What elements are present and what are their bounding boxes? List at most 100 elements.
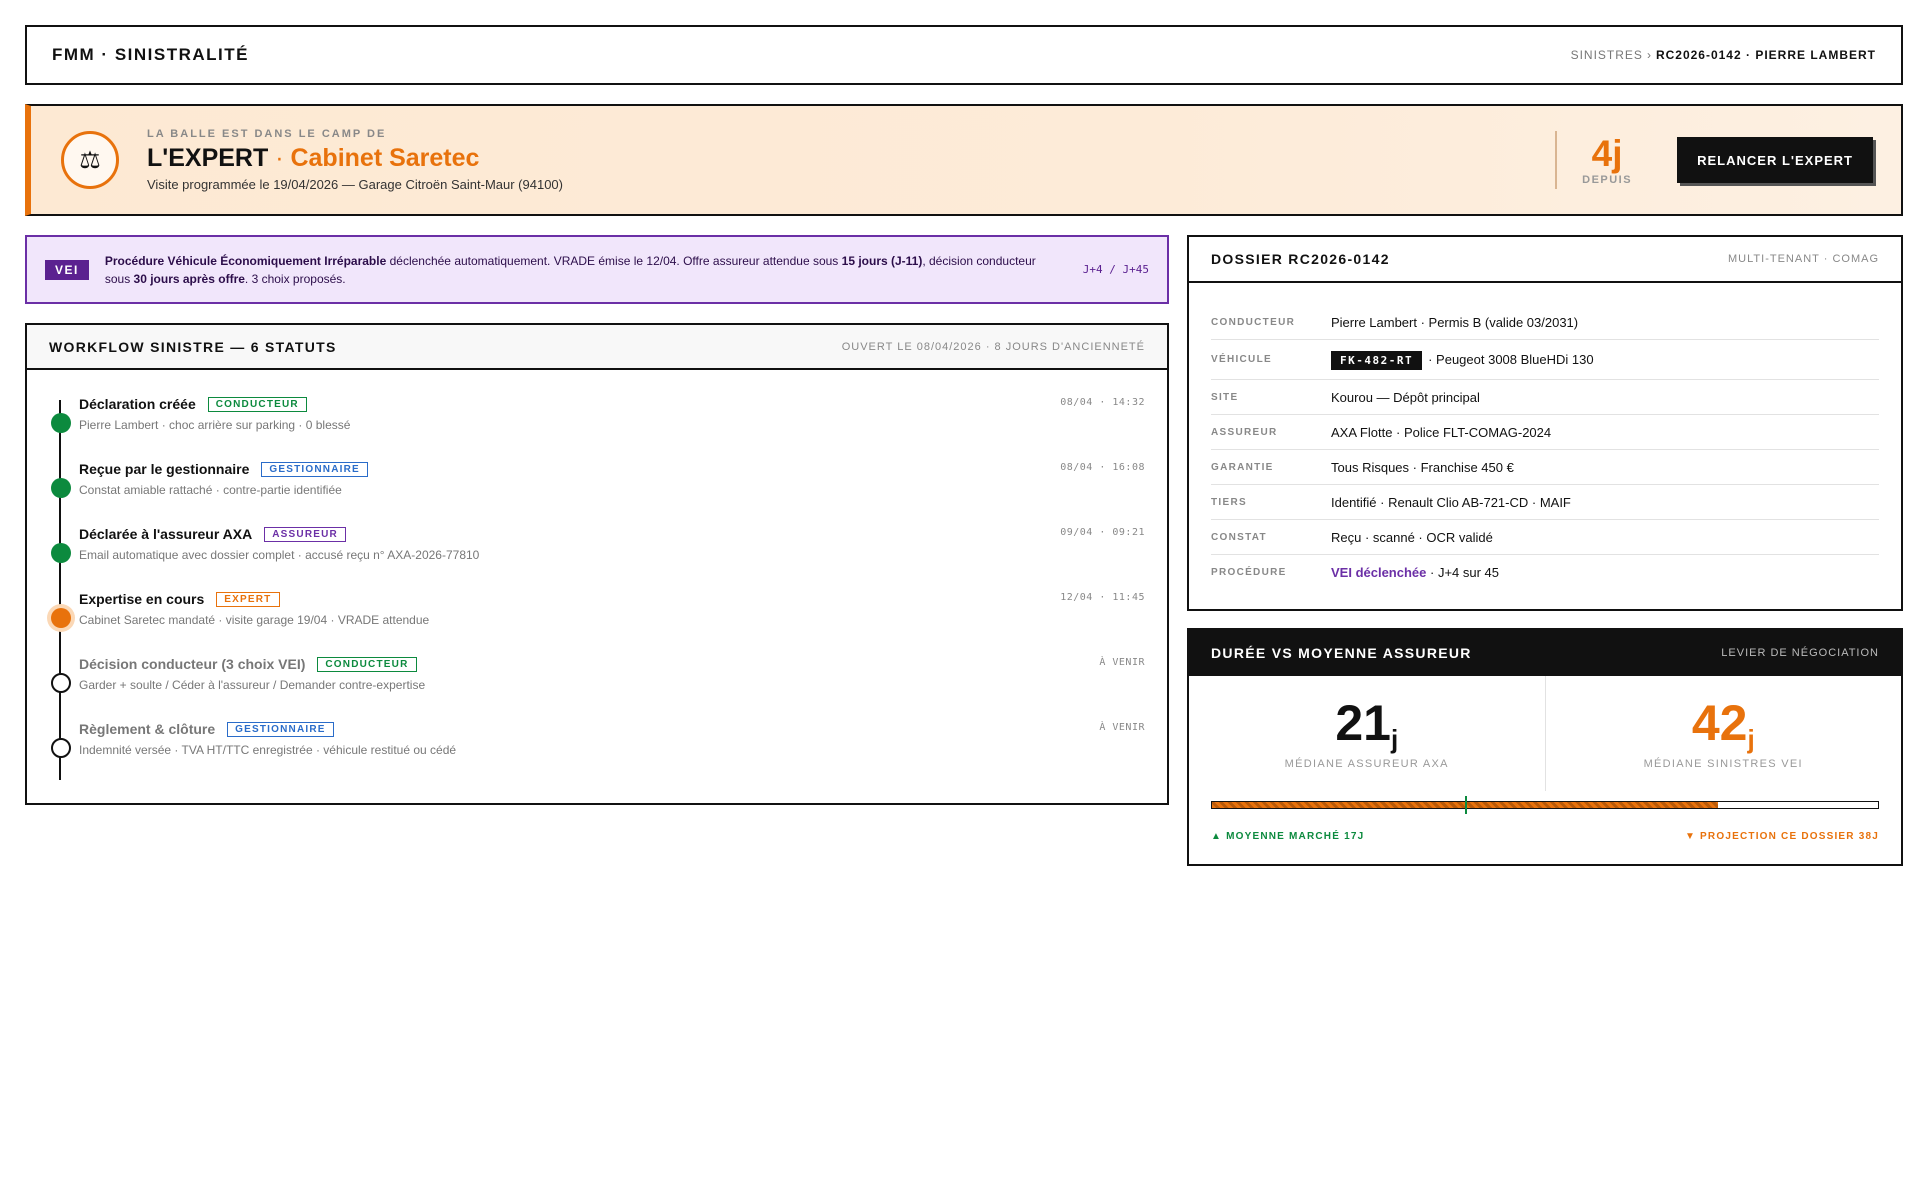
step-done-dot xyxy=(51,543,71,563)
vei-procedure-link[interactable]: VEI déclenchée xyxy=(1331,565,1426,580)
step-time: 09/04 · 09:21 xyxy=(1060,527,1145,538)
workflow-step[interactable]: Déclarée à l'assureur AXA ASSUREUR Email … xyxy=(49,526,1145,591)
row-key: TIERS xyxy=(1211,496,1247,508)
days-value: 4j xyxy=(1591,132,1623,174)
days-since-counter: 4j DEPUIS xyxy=(1555,131,1657,189)
step-done-dot xyxy=(51,478,71,498)
role-tag: GESTIONNAIRE xyxy=(227,721,334,737)
workflow-header: WORKFLOW SINISTRE — 6 STATUTS OUVERT LE … xyxy=(27,325,1167,370)
row-key: CONDUCTEUR xyxy=(1211,316,1296,328)
role-tag: ASSUREUR xyxy=(264,526,346,542)
step-time: 08/04 · 16:08 xyxy=(1060,462,1145,473)
step-title: Décision conducteur (3 choix VEI) xyxy=(79,656,306,672)
dossier-row-site: SITE Kourou — Dépôt principal xyxy=(1211,380,1879,415)
workflow-step-current[interactable]: Expertise en cours EXPERT Cabinet Saretec… xyxy=(49,591,1145,656)
workflow-step-pending[interactable]: Règlement & clôture GESTIONNAIRE Indemnit… xyxy=(49,721,1145,786)
stat-assureur: 21j MÉDIANE ASSUREUR AXA xyxy=(1189,676,1545,791)
step-title-row: Décision conducteur (3 choix VEI) CONDUCT… xyxy=(79,656,1145,672)
banner-text: LA BALLE EST DANS LE CAMP DE L'EXPERT · … xyxy=(147,128,1555,192)
step-current-dot xyxy=(51,608,71,628)
step-time: À VENIR xyxy=(1099,657,1145,668)
duration-legend: ▲ MOYENNE MARCHÉ 17J ▼ PROJECTION CE DOS… xyxy=(1189,831,1901,842)
role-tag: CONDUCTEUR xyxy=(207,396,307,412)
ball-in-court-banner: ⚖ LA BALLE EST DANS LE CAMP DE L'EXPERT … xyxy=(25,104,1903,216)
row-value: FK-482-RT · Peugeot 3008 BlueHDi 130 xyxy=(1331,351,1594,370)
vei-text-3: 15 jours (J-11) xyxy=(841,253,923,268)
step-todo-dot xyxy=(51,738,71,758)
duration-panel: DURÉE VS MOYENNE ASSUREUR LEVIER DE NÉGO… xyxy=(1187,628,1903,866)
role-tag: CONDUCTEUR xyxy=(317,656,417,672)
market-average-marker xyxy=(1465,796,1468,814)
dossier-panel: DOSSIER RC2026-0142 MULTI-TENANT · COMAG… xyxy=(1187,235,1903,611)
step-done-dot xyxy=(51,413,71,433)
dossier-row-constat: CONSTAT Reçu · scanné · OCR validé xyxy=(1211,520,1879,555)
stat-value: 21j xyxy=(1335,698,1398,752)
workflow-step[interactable]: Reçue par le gestionnaire GESTIONNAIRE Co… xyxy=(49,461,1145,526)
procedure-progress: · J+4 sur 45 xyxy=(1426,565,1500,580)
breadcrumb-current: RC2026-0142 · PIERRE LAMBERT xyxy=(1655,48,1876,62)
row-value: Pierre Lambert · Permis B (valide 03/203… xyxy=(1331,314,1579,330)
app-brand: FMM · SINISTRALITÉ xyxy=(52,45,249,64)
step-description: Indemnité versée · TVA HT/TTC enregistré… xyxy=(79,743,457,757)
dossier-title: DOSSIER RC2026-0142 xyxy=(1211,251,1390,267)
row-value: Reçu · scanné · OCR validé xyxy=(1331,529,1493,545)
step-description: Pierre Lambert · choc arrière sur parkin… xyxy=(79,418,351,432)
stat-vei: 42j MÉDIANE SINISTRES VEI xyxy=(1544,676,1902,791)
role-tag: EXPERT xyxy=(216,591,280,607)
duration-header: DURÉE VS MOYENNE ASSUREUR LEVIER DE NÉGO… xyxy=(1189,630,1901,676)
banner-role: L'EXPERT xyxy=(147,144,269,172)
vei-notice-text: Procédure Véhicule Économiquement Irrépa… xyxy=(105,252,1063,288)
workflow-step-pending[interactable]: Décision conducteur (3 choix VEI) CONDUCT… xyxy=(49,656,1145,721)
vei-badge: VEI xyxy=(45,259,89,280)
step-title-row: Expertise en cours EXPERT xyxy=(79,591,1145,607)
workflow-title: WORKFLOW SINISTRE — 6 STATUTS xyxy=(49,338,337,355)
step-time: À VENIR xyxy=(1099,722,1145,733)
dossier-row-vehicule: VÉHICULE FK-482-RT · Peugeot 3008 BlueHDi… xyxy=(1211,340,1879,380)
stat-label: MÉDIANE ASSUREUR AXA xyxy=(1284,757,1449,770)
stat-value: 42j xyxy=(1691,694,1755,752)
workflow-meta: OUVERT LE 08/04/2026 · 8 JOURS D'ANCIENN… xyxy=(841,340,1145,353)
vei-text-2: déclenchée automatiquement. VRADE émise … xyxy=(386,253,842,268)
row-key: GARANTIE xyxy=(1211,461,1274,473)
step-title-row: Déclaration créée CONDUCTEUR xyxy=(79,396,1145,412)
duration-title: DURÉE VS MOYENNE ASSUREUR xyxy=(1211,645,1472,661)
row-value: AXA Flotte · Police FLT-COMAG-2024 xyxy=(1331,424,1552,440)
duration-stats: 21j MÉDIANE ASSUREUR AXA 42j MÉDIANE SIN… xyxy=(1189,676,1901,791)
step-title-row: Reçue par le gestionnaire GESTIONNAIRE xyxy=(79,461,1145,477)
top-header: FMM · SINISTRALITÉ SINISTRES › RC2026-0142… xyxy=(25,25,1903,85)
relancer-expert-button[interactable]: RELANCER L'EXPERT xyxy=(1677,137,1873,183)
banner-subtitle: Visite programmée le 19/04/2026 — Garage… xyxy=(147,177,563,192)
banner-actor: Cabinet Saretec xyxy=(290,144,480,172)
workflow-step[interactable]: Déclaration créée CONDUCTEUR Pierre Lambe… xyxy=(49,396,1145,461)
vei-text-6: . 3 choix proposés. xyxy=(244,271,346,286)
dossier-details: CONDUCTEUR Pierre Lambert · Permis B (va… xyxy=(1189,283,1901,590)
row-value: Tous Risques · Franchise 450 € xyxy=(1331,459,1514,475)
step-title: Déclaration créée xyxy=(79,396,196,412)
row-key: CONSTAT xyxy=(1211,531,1267,543)
breadcrumb-root[interactable]: SINISTRES xyxy=(1571,48,1643,62)
dossier-meta: MULTI-TENANT · COMAG xyxy=(1728,253,1879,265)
breadcrumb-separator: › xyxy=(1646,48,1652,62)
workflow-panel: WORKFLOW SINISTRE — 6 STATUTS OUVERT LE … xyxy=(25,323,1169,805)
workflow-timeline: Déclaration créée CONDUCTEUR Pierre Lambe… xyxy=(27,370,1167,786)
vehicle-model: · Peugeot 3008 BlueHDi 130 xyxy=(1428,352,1594,367)
row-value: Kourou — Dépôt principal xyxy=(1331,389,1480,405)
vei-text-5: 30 jours après offre xyxy=(133,271,245,286)
step-time: 12/04 · 11:45 xyxy=(1060,592,1145,603)
dossier-row-garantie: GARANTIE Tous Risques · Franchise 450 € xyxy=(1211,450,1879,485)
scales-icon: ⚖ xyxy=(61,131,119,189)
stat-number: 42 xyxy=(1691,694,1748,751)
legend-market-average: ▲ MOYENNE MARCHÉ 17J xyxy=(1211,831,1365,842)
duration-meta: LEVIER DE NÉGOCIATION xyxy=(1721,647,1879,659)
breadcrumb: SINISTRES › RC2026-0142 · PIERRE LAMBERT xyxy=(1571,48,1876,62)
duration-bar-wrap xyxy=(1189,796,1901,814)
step-title: Déclarée à l'assureur AXA xyxy=(79,526,253,542)
days-label: DEPUIS xyxy=(1582,173,1633,186)
row-value: Identifié · Renault Clio AB-721-CD · MAI… xyxy=(1331,494,1571,510)
step-title: Reçue par le gestionnaire xyxy=(79,461,250,477)
step-description: Constat amiable rattaché · contre-partie… xyxy=(79,483,342,497)
row-key: ASSUREUR xyxy=(1211,426,1278,438)
banner-separator: · xyxy=(268,144,291,172)
license-plate: FK-482-RT xyxy=(1331,351,1423,370)
dossier-row-conducteur: CONDUCTEUR Pierre Lambert · Permis B (va… xyxy=(1211,305,1879,340)
